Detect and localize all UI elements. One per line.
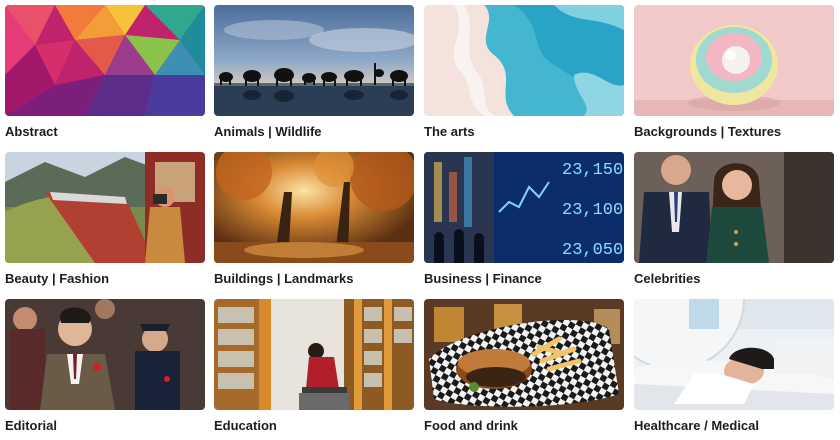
category-tile-food-and-drink[interactable]: Food and drink — [424, 299, 624, 433]
category-tile-the-arts[interactable]: The arts — [424, 5, 624, 139]
category-label[interactable]: Healthcare / Medical — [634, 419, 834, 433]
politician-crowd-image[interactable] — [5, 299, 205, 410]
category-tile-animals-wildlife[interactable]: Animals | Wildlife — [214, 5, 414, 139]
category-tile-healthcare-medical[interactable]: Healthcare / Medical — [634, 299, 834, 433]
category-label[interactable]: Buildings | Landmarks — [214, 272, 414, 286]
library-reader-image[interactable] — [214, 299, 414, 410]
category-label[interactable]: Beauty | Fashion — [5, 272, 205, 286]
category-label[interactable]: The arts — [424, 125, 624, 139]
category-tile-beauty-fashion[interactable]: Beauty | Fashion — [5, 152, 205, 286]
train-photographer-image[interactable] — [5, 152, 205, 263]
abstract-polygon-image[interactable] — [5, 5, 205, 116]
elephants-silhouette-image[interactable] — [214, 5, 414, 116]
pastel-sphere-image[interactable] — [634, 5, 834, 116]
ticker-value-bottom: 23,050 — [562, 241, 623, 260]
mri-scanner-image[interactable] — [634, 299, 834, 410]
ticker-value-middle: 23,100 — [562, 201, 623, 220]
category-label[interactable]: Celebrities — [634, 272, 834, 286]
category-tile-editorial[interactable]: Editorial — [5, 299, 205, 433]
blue-paint-wave-image[interactable] — [424, 5, 624, 116]
category-label[interactable]: Food and drink — [424, 419, 624, 433]
category-tile-buildings-landmarks[interactable]: Buildings | Landmarks — [214, 152, 414, 286]
ticker-value-top: 23,150 — [562, 161, 623, 180]
category-label[interactable]: Animals | Wildlife — [214, 125, 414, 139]
category-tile-education[interactable]: Education — [214, 299, 414, 433]
category-label[interactable]: Business | Finance — [424, 272, 624, 286]
royal-couple-image[interactable] — [634, 152, 834, 263]
burger-fries-basket-image[interactable] — [424, 299, 624, 410]
stock-ticker-street-image[interactable]: 23,150 23,100 23,050 — [424, 152, 624, 263]
category-tile-celebrities[interactable]: Celebrities — [634, 152, 834, 286]
category-label[interactable]: Education — [214, 419, 414, 433]
category-grid: Abstract Animals | Wildlife The arts Bac… — [0, 0, 840, 440]
category-tile-abstract[interactable]: Abstract — [5, 5, 205, 139]
category-label[interactable]: Abstract — [5, 125, 205, 139]
category-label[interactable]: Backgrounds | Textures — [634, 125, 834, 139]
category-tile-backgrounds-textures[interactable]: Backgrounds | Textures — [634, 5, 834, 139]
autumn-forest-image[interactable] — [214, 152, 414, 263]
category-tile-business-finance[interactable]: 23,150 23,100 23,050 Business | Finance — [424, 152, 624, 286]
category-label[interactable]: Editorial — [5, 419, 205, 433]
